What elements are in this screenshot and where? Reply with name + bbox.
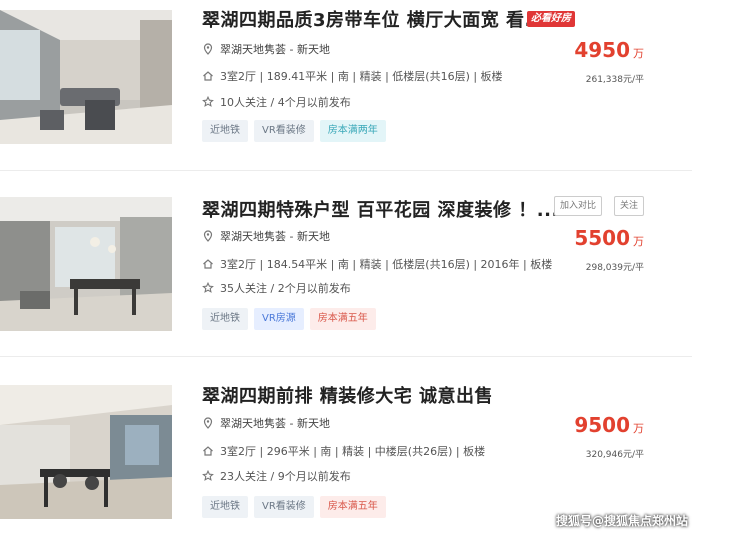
unit-price: 298,039元/平 (585, 263, 644, 273)
tag-cert-five-years: 房本满五年 (319, 496, 386, 518)
price-unit: 万 (633, 422, 644, 435)
listing-photo-3[interactable] (0, 385, 172, 519)
house-icon (203, 446, 213, 456)
location-row: 翠湖天地隽荟 - 新天地 (202, 228, 330, 244)
location-pin-icon (203, 417, 213, 429)
house-info-text: 3室2厅 | 189.41平米 | 南 | 精装 | 低楼层(共16层) | 板… (220, 70, 503, 83)
star-icon (202, 470, 214, 481)
price-number: 5500 (574, 226, 630, 250)
house-info-text: 3室2厅 | 184.54平米 | 南 | 精装 | 低楼层(共16层) | 2… (220, 258, 553, 271)
house-icon (203, 259, 213, 269)
follow-row: 23人关注 / 9个月以前发布 (202, 468, 351, 484)
community-link[interactable]: 翠湖天地隽荟 - 新天地 (220, 415, 330, 431)
star-icon (202, 282, 214, 293)
house-info-text: 3室2厅 | 296平米 | 南 | 精装 | 中楼层(共26层) | 板楼 (220, 445, 486, 458)
tag-list: 近地铁 VR看装修 房本满两年 (202, 120, 386, 142)
follow-row: 35人关注 / 2个月以前发布 (202, 280, 351, 296)
tag-near-subway: 近地铁 (202, 308, 248, 330)
total-price: 5500 万 (574, 226, 644, 250)
location-row: 翠湖天地隽荟 - 新天地 (202, 41, 330, 57)
house-info-row: 3室2厅 | 184.54平米 | 南 | 精装 | 低楼层(共16层) | 2… (202, 256, 552, 272)
location-pin-icon (203, 230, 213, 242)
follow-text: 23人关注 / 9个月以前发布 (220, 470, 351, 483)
tag-vr-decoration: VR看装修 (254, 496, 314, 518)
watermark: 搜狐号@搜狐焦点郑州站 (556, 514, 689, 528)
follow-text: 10人关注 / 4个月以前发布 (220, 96, 351, 109)
tag-list: 近地铁 VR看装修 房本满五年 (202, 496, 386, 518)
follow-row: 10人关注 / 4个月以前发布 (202, 94, 351, 110)
house-info-row: 3室2厅 | 189.41平米 | 南 | 精装 | 低楼层(共16层) | 板… (202, 68, 503, 84)
tag-vr-listing: VR房源 (254, 308, 304, 330)
must-see-badge: 必看好房 (527, 11, 575, 27)
tag-vr-decoration: VR看装修 (254, 120, 314, 142)
price-number: 4950 (574, 38, 630, 62)
divider (0, 170, 692, 171)
location-pin-icon (203, 43, 213, 55)
follow-button[interactable]: 关注 (613, 196, 644, 216)
listing-card-1[interactable]: 翠湖四期品质3房带车位 横厅大面宽 看... 必看好房 翠湖天地隽荟 - 新天地… (0, 0, 692, 144)
unit-price: 320,946元/平 (585, 450, 644, 460)
tag-near-subway: 近地铁 (202, 496, 248, 518)
community-link[interactable]: 翠湖天地隽荟 - 新天地 (220, 41, 330, 57)
listing-photo-1[interactable] (0, 10, 172, 144)
tag-cert-two-years: 房本满两年 (319, 120, 386, 142)
tag-cert-five-years: 房本满五年 (309, 308, 376, 330)
community-link[interactable]: 翠湖天地隽荟 - 新天地 (220, 228, 330, 244)
listing-title[interactable]: 翠湖四期特殊户型 百平花园 深度装修 ！... (202, 196, 559, 222)
divider (0, 356, 692, 357)
listing-card-3[interactable]: 翠湖四期前排 精装修大宅 诚意出售 翠湖天地隽荟 - 新天地 3室2厅 | 29… (0, 380, 692, 520)
house-icon (203, 71, 213, 81)
tag-near-subway: 近地铁 (202, 120, 248, 142)
price-unit: 万 (633, 47, 644, 60)
listing-title[interactable]: 翠湖四期品质3房带车位 横厅大面宽 看... (202, 6, 547, 32)
tag-list: 近地铁 VR房源 房本满五年 (202, 308, 376, 330)
listing-photo-2[interactable] (0, 197, 172, 331)
listing-title[interactable]: 翠湖四期前排 精装修大宅 诚意出售 (202, 382, 493, 408)
add-compare-button[interactable]: 加入对比 (553, 196, 602, 216)
total-price: 4950 万 (574, 38, 644, 62)
house-info-row: 3室2厅 | 296平米 | 南 | 精装 | 中楼层(共26层) | 板楼 (202, 443, 485, 459)
location-row: 翠湖天地隽荟 - 新天地 (202, 415, 330, 431)
listing-card-2[interactable]: 翠湖四期特殊户型 百平花园 深度装修 ！... 加入对比 关注 翠湖天地隽荟 -… (0, 192, 692, 332)
price-number: 9500 (574, 413, 630, 437)
price-unit: 万 (633, 235, 644, 248)
follow-text: 35人关注 / 2个月以前发布 (220, 282, 351, 295)
total-price: 9500 万 (574, 413, 644, 437)
unit-price: 261,338元/平 (585, 75, 644, 85)
star-icon (202, 96, 214, 107)
